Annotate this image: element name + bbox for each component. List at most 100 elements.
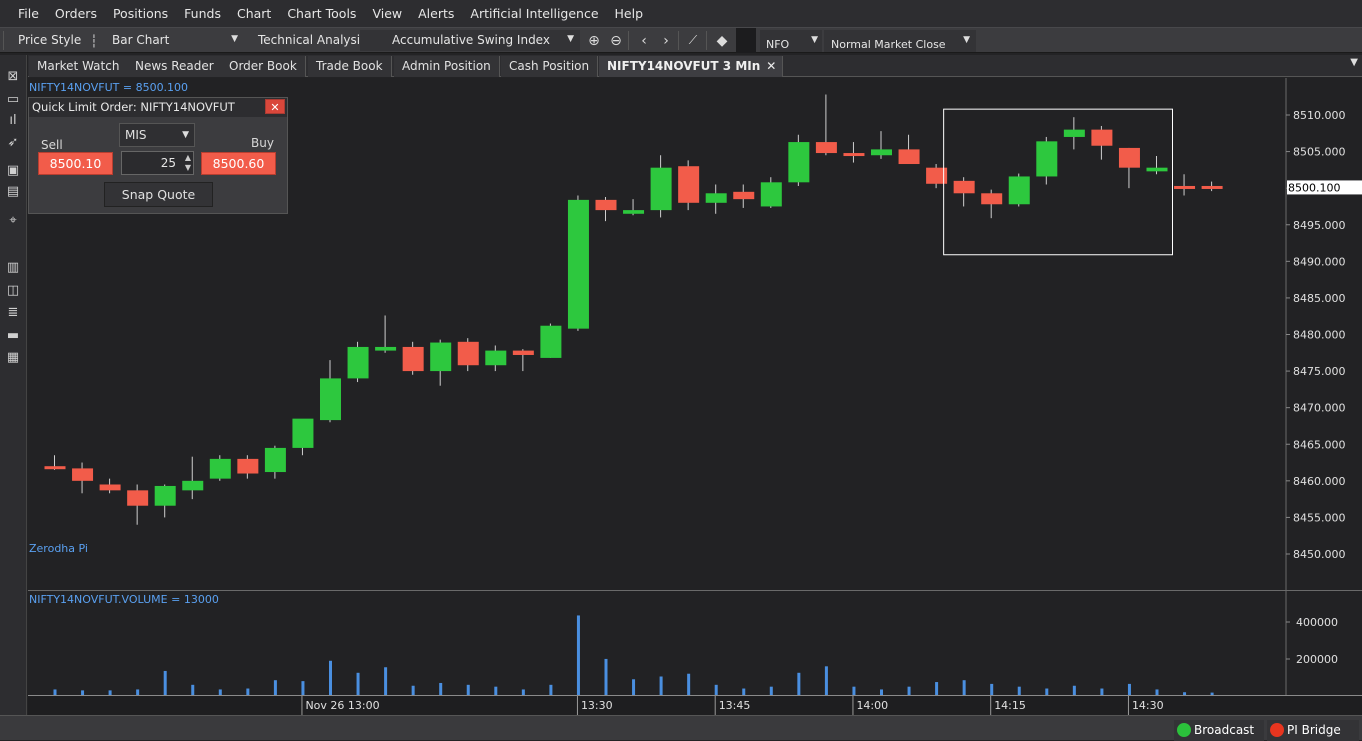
price-tick-label: 8455.000 [1293,511,1346,524]
candle-body [292,418,314,448]
candle-body [1008,176,1030,205]
tab-admin-position[interactable]: Admin Position [394,56,500,77]
menu-funds[interactable]: Funds [176,0,229,27]
menu-chart[interactable]: Chart [229,0,279,27]
card-icon[interactable]: ▬ [4,328,22,344]
indicator-value: Accumulative Swing Index [392,33,550,47]
time-tick-label: 14:15 [994,699,1026,712]
indicator-dropdown[interactable]: Accumulative Swing Index ▼ [360,30,580,51]
menu-artificial-intelligence[interactable]: Artificial Intelligence [462,0,606,27]
tab-trade-book[interactable]: Trade Book [308,56,392,77]
candle-body [678,166,700,203]
broadcast-status-icon [1177,723,1191,737]
tab-market-watch[interactable]: Market Watch [29,56,129,77]
volume-bar [824,666,828,695]
zoom-in-icon[interactable]: ⊕ [584,30,604,51]
tab-menu-icon[interactable]: ▼ [1350,57,1358,68]
exchange-dropdown[interactable]: NFO ▼ [760,30,822,52]
candle-body [72,468,94,481]
volume-bar [852,686,856,695]
price-tick-label: 8495.000 [1293,219,1346,232]
sell-price-button[interactable]: 8500.10 [38,152,113,175]
price-style-label: Price Style [18,33,82,47]
volume-bar [576,615,580,695]
volume-bar [907,686,911,695]
candle-body [567,199,589,329]
broadcast-status[interactable]: Broadcast [1174,720,1264,741]
volume-bar [1155,689,1159,695]
tab-order-book[interactable]: Order Book [221,56,306,77]
candle-body [540,325,562,358]
book-icon[interactable]: ▥ [4,260,22,276]
signal-icon[interactable]: ıl [4,113,22,129]
stepper-up-icon[interactable]: ▲ [185,153,191,162]
pi-bridge-status[interactable]: PI Bridge [1267,720,1359,741]
candle-body [760,182,782,207]
candle-body [457,341,479,366]
window-icon[interactable]: ▣ [4,163,22,179]
volume-bar [273,680,277,695]
buy-price-button[interactable]: 8500.60 [201,152,276,175]
menu-view[interactable]: View [364,0,410,27]
price-tick-label: 8465.000 [1293,438,1346,451]
volume-bar [329,660,332,695]
volume-bar [521,689,525,695]
volume-bar [108,690,112,695]
rocket-icon[interactable]: ➶ [4,135,22,151]
stack-icon[interactable]: ≣ [4,305,22,321]
book-open-icon[interactable]: ◫ [4,283,22,299]
tab-cash-position[interactable]: Cash Position [501,56,599,77]
candle-body [1174,185,1196,189]
menu-orders[interactable]: Orders [47,0,105,27]
pi-bridge-label: PI Bridge [1287,723,1341,737]
candle-body [623,210,645,214]
draw-line-icon[interactable]: ⟋ [683,30,703,51]
candle-body [650,167,672,211]
left-toolbar: ⊠ ▭ ıl ➶ ▣ ▤ ⌖ ▥ ◫ ≣ ▬ ▦ [0,55,27,715]
volume-bar [797,672,801,695]
chevron-down-icon: ▼ [963,35,970,45]
candle-body [815,142,837,154]
stepper-down-icon[interactable]: ▼ [185,163,191,172]
candle-body [1146,167,1168,172]
quick-order-title: Quick Limit Order: NIFTY14NOVFUT [29,98,287,117]
snap-quote-button[interactable]: Snap Quote [104,182,213,207]
folder-icon[interactable]: ▭ [4,92,22,108]
briefcase-icon[interactable]: ▦ [4,350,22,366]
menu-help[interactable]: Help [607,0,652,27]
tab-nifty-chart[interactable]: NIFTY14NOVFUT 3 MIn ✕ [599,56,784,77]
menu-positions[interactable]: Positions [105,0,176,27]
candle-body [182,480,204,491]
save-icon[interactable]: ▤ [4,184,22,200]
crosshair-icon[interactable]: ⌖ [4,213,22,229]
close-tab-icon[interactable]: ✕ [766,56,776,77]
scroll-left-icon[interactable]: ‹ [634,30,654,51]
time-tick-label: 13:45 [719,699,751,712]
menu-alerts[interactable]: Alerts [410,0,462,27]
price-tick-label: 8510.000 [1293,109,1346,122]
drag-handle[interactable] [3,31,4,50]
market-type-dropdown[interactable]: Normal Market Close ▼ [824,30,976,52]
zoom-out-icon[interactable]: ⊖ [606,30,626,51]
scroll-right-icon[interactable]: › [656,30,676,51]
volume-bar [356,672,360,695]
excel-icon[interactable]: ⊠ [4,69,22,85]
tab-news-reader[interactable]: News Reader [127,56,223,77]
volume-bar [659,676,663,695]
close-icon[interactable]: ✕ [265,99,285,114]
candle-body [430,342,452,372]
technical-analysis-label: Technical Analysis [258,33,367,47]
eraser-icon[interactable]: ◆ [712,30,732,51]
candle-body [1118,147,1140,168]
menu-chart-tools[interactable]: Chart Tools [279,0,364,27]
volume-bar [1045,688,1049,695]
product-dropdown[interactable]: MIS ▼ [119,123,195,147]
candle-body [871,149,892,156]
candle-body [402,346,424,372]
price-style-dropdown[interactable]: Bar Chart ▼ [104,30,244,51]
candle-body [1091,129,1113,146]
quantity-stepper[interactable]: 25 ▲ ▼ [121,151,194,175]
menu-file[interactable]: File [10,0,47,27]
tab-nifty-chart-label: NIFTY14NOVFUT 3 MIn [607,59,761,73]
volume-bar [769,686,773,695]
